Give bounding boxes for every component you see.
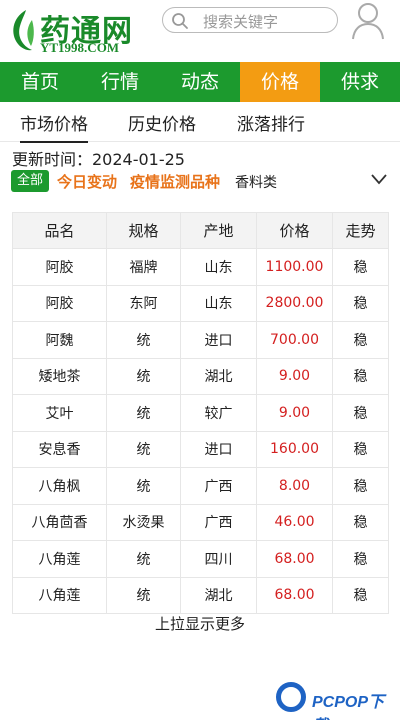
filter-bar: 全部 今日变动 疫情监测品种 香料类 [0, 168, 400, 196]
cell-origin: 山东 [180, 248, 257, 286]
table-row[interactable]: 矮地茶 统 湖北 9.00 稳 [12, 357, 389, 395]
cell-price: 68.00 [256, 576, 333, 614]
nav-item-home[interactable]: 首页 [0, 62, 80, 102]
cell-spec: 统 [106, 357, 181, 395]
header: 药通网 YT1998.COM 搜索关键字 [0, 0, 400, 62]
cell-trend: 稳 [332, 576, 389, 614]
cell-trend: 稳 [332, 394, 389, 432]
cell-origin: 四川 [180, 540, 257, 578]
cell-name: 八角莲 [12, 540, 107, 578]
cell-origin: 湖北 [180, 576, 257, 614]
watermark-logo-icon [276, 682, 306, 712]
table-row[interactable]: 阿胶 福牌 山东 1100.00 稳 [12, 248, 389, 286]
pull-to-load-more[interactable]: 上拉显示更多 [0, 613, 400, 634]
cell-spec: 统 [106, 540, 181, 578]
watermark-text: PCPOP下载 [312, 694, 385, 720]
chevron-down-icon[interactable] [370, 172, 388, 186]
update-time: 更新时间：2024-01-25 [12, 150, 185, 169]
watermark: PCPOP下载 [276, 682, 400, 720]
cell-origin: 山东 [180, 284, 257, 322]
col-header-name: 品名 [12, 212, 107, 249]
nav-item-supply[interactable]: 供求 [320, 62, 400, 102]
cell-origin: 进口 [180, 321, 257, 359]
cell-price: 8.00 [256, 467, 333, 505]
cell-origin: 湖北 [180, 357, 257, 395]
cell-spec: 东阿 [106, 284, 181, 322]
table-row[interactable]: 阿魏 统 进口 700.00 稳 [12, 321, 389, 359]
cell-spec: 水烫果 [106, 503, 181, 541]
col-header-trend: 走势 [332, 212, 389, 249]
search-icon [172, 13, 188, 29]
nav-item-price[interactable]: 价格 [240, 62, 320, 102]
table-row[interactable]: 艾叶 统 较广 9.00 稳 [12, 394, 389, 432]
cell-price: 700.00 [256, 321, 333, 359]
cell-origin: 较广 [180, 394, 257, 432]
cell-price: 9.00 [256, 357, 333, 395]
tab-rise-fall-ranking[interactable]: 涨落排行 [237, 110, 305, 135]
cell-trend: 稳 [332, 467, 389, 505]
cell-price: 160.00 [256, 430, 333, 468]
cell-price: 9.00 [256, 394, 333, 432]
cell-origin: 广西 [180, 467, 257, 505]
cell-price: 46.00 [256, 503, 333, 541]
filter-epidemic-monitor[interactable]: 疫情监测品种 [130, 171, 220, 192]
cell-name: 八角茴香 [12, 503, 107, 541]
cell-name: 阿胶 [12, 248, 107, 286]
cell-name: 艾叶 [12, 394, 107, 432]
table-header-row: 品名 规格 产地 价格 走势 [12, 212, 389, 249]
cell-name: 阿魏 [12, 321, 107, 359]
col-header-origin: 产地 [180, 212, 257, 249]
filter-today-change[interactable]: 今日变动 [57, 171, 117, 192]
col-header-spec: 规格 [106, 212, 181, 249]
logo-url: YT1998.COM [40, 40, 120, 55]
filter-all-chip[interactable]: 全部 [11, 170, 49, 192]
tab-history-price[interactable]: 历史价格 [128, 110, 196, 135]
cell-name: 八角莲 [12, 576, 107, 614]
cell-price: 2800.00 [256, 284, 333, 322]
cell-trend: 稳 [332, 284, 389, 322]
cell-origin: 进口 [180, 430, 257, 468]
table-row[interactable]: 八角茴香 水烫果 广西 46.00 稳 [12, 503, 389, 541]
table-row[interactable]: 八角莲 统 四川 68.00 稳 [12, 540, 389, 578]
cell-spec: 统 [106, 394, 181, 432]
table-row[interactable]: 安息香 统 进口 160.00 稳 [12, 430, 389, 468]
cell-spec: 统 [106, 321, 181, 359]
cell-trend: 稳 [332, 357, 389, 395]
cell-trend: 稳 [332, 503, 389, 541]
cell-spec: 福牌 [106, 248, 181, 286]
nav-item-news[interactable]: 动态 [160, 62, 240, 102]
cell-name: 矮地茶 [12, 357, 107, 395]
sub-tabs: 市场价格 历史价格 涨落排行 [0, 102, 400, 143]
cell-name: 八角枫 [12, 467, 107, 505]
cell-origin: 广西 [180, 503, 257, 541]
cell-spec: 统 [106, 430, 181, 468]
filter-category[interactable]: 香料类 [235, 172, 277, 192]
table-row[interactable]: 阿胶 东阿 山东 2800.00 稳 [12, 284, 389, 322]
cell-price: 1100.00 [256, 248, 333, 286]
table-row[interactable]: 八角莲 统 湖北 68.00 稳 [12, 576, 389, 614]
cell-trend: 稳 [332, 321, 389, 359]
user-icon[interactable] [350, 0, 386, 40]
cell-trend: 稳 [332, 248, 389, 286]
cell-trend: 稳 [332, 430, 389, 468]
logo-leaf-icon [13, 10, 34, 51]
logo[interactable]: 药通网 YT1998.COM [8, 6, 136, 56]
price-table: 品名 规格 产地 价格 走势 阿胶 福牌 山东 1100.00 稳 阿胶 东阿 … [12, 212, 389, 614]
cell-price: 68.00 [256, 540, 333, 578]
cell-trend: 稳 [332, 540, 389, 578]
tab-market-price[interactable]: 市场价格 [20, 110, 88, 143]
cell-name: 阿胶 [12, 284, 107, 322]
cell-spec: 统 [106, 467, 181, 505]
table-row[interactable]: 八角枫 统 广西 8.00 稳 [12, 467, 389, 505]
cell-name: 安息香 [12, 430, 107, 468]
search-placeholder: 搜索关键字 [203, 13, 279, 31]
nav-item-market[interactable]: 行情 [80, 62, 160, 102]
col-header-price: 价格 [256, 212, 333, 249]
cell-spec: 统 [106, 576, 181, 614]
main-nav: 首页 行情 动态 价格 供求 [0, 62, 400, 102]
search-input[interactable]: 搜索关键字 [162, 7, 338, 33]
